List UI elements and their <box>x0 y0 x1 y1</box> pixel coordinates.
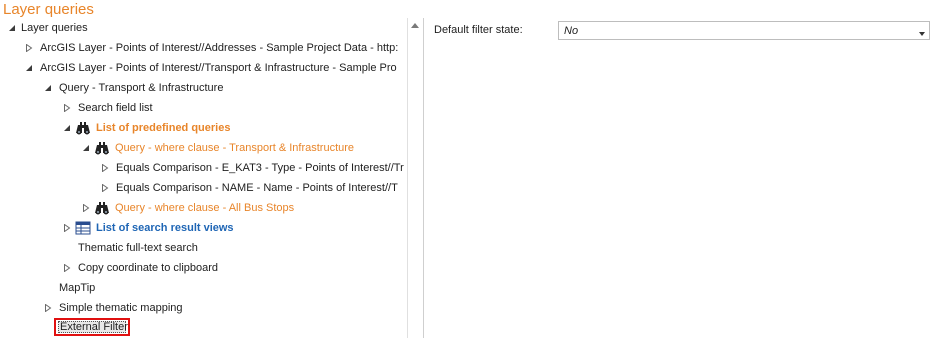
tree-item-label: External Filter <box>60 321 128 333</box>
collapsed-triangle-icon[interactable] <box>101 164 109 172</box>
tree-scrollbar[interactable] <box>407 18 422 338</box>
scroll-up-arrow-icon[interactable] <box>408 18 421 32</box>
tree-item-maptip[interactable]: MapTip <box>0 278 406 298</box>
tree-item-external-filter[interactable]: External Filter <box>54 318 130 336</box>
collapsed-triangle-icon[interactable] <box>63 224 71 232</box>
tree-item-query-transport[interactable]: Query - Transport & Infrastructure <box>0 78 406 98</box>
binoculars-icon <box>75 120 91 136</box>
tree-item-where-transport[interactable]: Query - where clause - Transport & Infra… <box>0 138 406 158</box>
collapsed-triangle-icon[interactable] <box>44 304 52 312</box>
tree-item-predefined-queries[interactable]: List of predefined queries <box>0 118 406 138</box>
tree-item-label: List of search result views <box>96 222 234 234</box>
tree-item-label: Equals Comparison - NAME - Name - Points… <box>116 182 398 194</box>
chevron-down-icon[interactable] <box>918 28 926 36</box>
tree-item-thematic-mapping[interactable]: Simple thematic mapping <box>0 298 406 318</box>
expanded-triangle-icon[interactable] <box>8 24 16 32</box>
expanded-triangle-icon[interactable] <box>44 84 52 92</box>
tree-item-label: Query - Transport & Infrastructure <box>59 82 224 94</box>
table-icon <box>75 220 91 236</box>
binoculars-icon <box>94 200 110 216</box>
tree-item-label: MapTip <box>59 282 96 294</box>
tree-item-copy-coordinate[interactable]: Copy coordinate to clipboard <box>0 258 406 278</box>
tree-item-label: ArcGIS Layer - Points of Interest//Trans… <box>40 62 397 74</box>
binoculars-icon <box>94 140 110 156</box>
tree-item-eq-name[interactable]: Equals Comparison - NAME - Name - Points… <box>0 178 406 198</box>
default-filter-state-value: No <box>564 25 579 37</box>
tree-item-where-bus[interactable]: Query - where clause - All Bus Stops <box>0 198 406 218</box>
tree-item-root[interactable]: Layer queries <box>0 18 406 38</box>
expanded-triangle-icon[interactable] <box>25 64 33 72</box>
tree-item-eq-kat3[interactable]: Equals Comparison - E_KAT3 - Type - Poin… <box>0 158 406 178</box>
default-filter-state-select[interactable]: No <box>558 21 930 40</box>
collapsed-triangle-icon[interactable] <box>63 264 71 272</box>
default-filter-state-label: Default filter state: <box>434 24 523 36</box>
tree-item-label: Search field list <box>78 102 153 114</box>
expanded-triangle-icon[interactable] <box>82 144 90 152</box>
tree-item-label: Layer queries <box>21 22 88 34</box>
tree-item-label: Query - where clause - Transport & Infra… <box>115 142 355 154</box>
tree-item-label: Simple thematic mapping <box>59 302 183 314</box>
tree-item-search-field-list[interactable]: Search field list <box>0 98 406 118</box>
tree-item-label: List of predefined queries <box>96 122 231 134</box>
tree-item-label: Copy coordinate to clipboard <box>78 262 219 274</box>
tree-item-label: Thematic full-text search <box>78 242 198 254</box>
tree-item-search-result-views[interactable]: List of search result views <box>0 218 406 238</box>
page-title: Layer queries <box>3 1 94 18</box>
layer-query-tree[interactable]: Layer queries ArcGIS Layer - Points of I… <box>0 18 406 338</box>
tree-item-label: ArcGIS Layer - Points of Interest//Addre… <box>40 42 399 54</box>
collapsed-triangle-icon[interactable] <box>25 44 33 52</box>
expanded-triangle-icon[interactable] <box>63 124 71 132</box>
panel-splitter[interactable] <box>423 18 424 338</box>
tree-item-label: Query - where clause - All Bus Stops <box>115 202 295 214</box>
tree-item-layer-addresses[interactable]: ArcGIS Layer - Points of Interest//Addre… <box>0 38 406 58</box>
collapsed-triangle-icon[interactable] <box>82 204 90 212</box>
collapsed-triangle-icon[interactable] <box>63 104 71 112</box>
tree-item-label: Equals Comparison - E_KAT3 - Type - Poin… <box>116 162 404 174</box>
tree-item-layer-transport[interactable]: ArcGIS Layer - Points of Interest//Trans… <box>0 58 406 78</box>
collapsed-triangle-icon[interactable] <box>101 184 109 192</box>
tree-item-fulltext-search[interactable]: Thematic full-text search <box>0 238 406 258</box>
